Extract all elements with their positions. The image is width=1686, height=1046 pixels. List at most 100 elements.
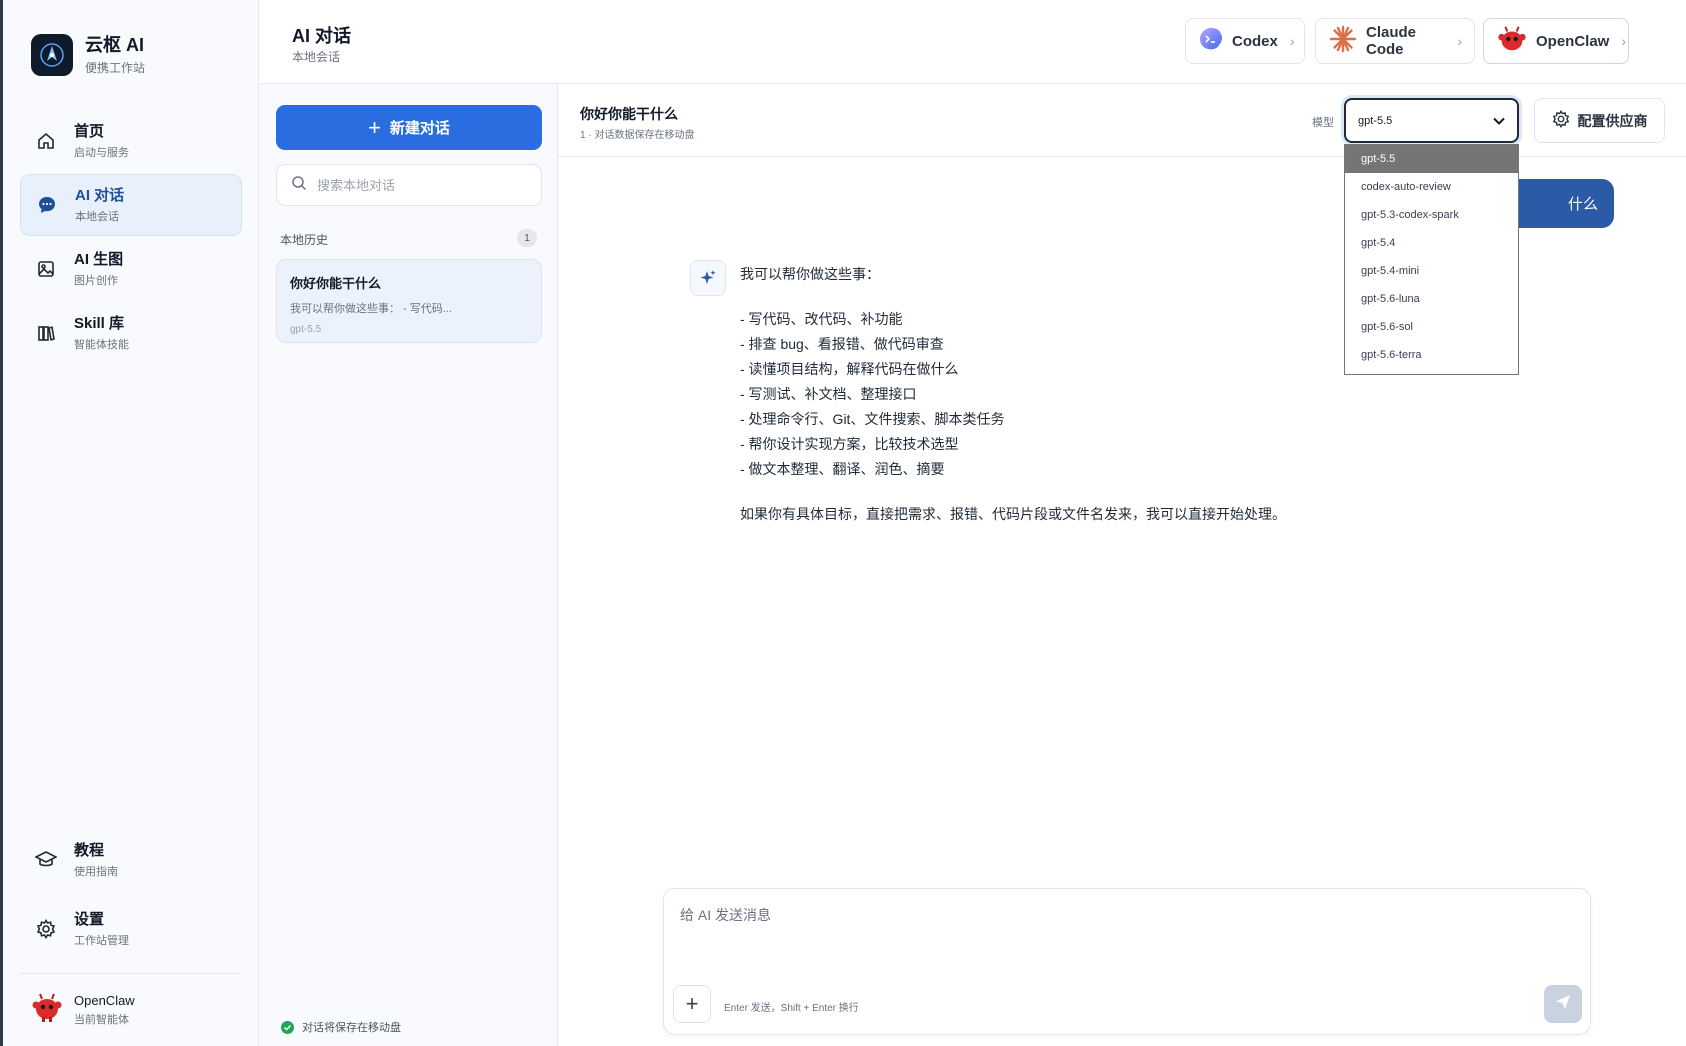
model-option[interactable]: gpt-5.6-luna — [1345, 285, 1518, 313]
model-label: 模型 — [1312, 117, 1334, 129]
plus-icon: + — [685, 991, 699, 1016]
agent-name: OpenClaw — [74, 992, 135, 1008]
ai-message-intro: 我可以帮你做这些事： — [740, 266, 880, 282]
current-agent[interactable]: OpenClaw 当前智能体 — [30, 990, 135, 1029]
composer-hint: Enter 发送，Shift + Enter 换行 — [724, 1003, 859, 1014]
history-count-badge: 1 — [517, 229, 537, 247]
history-item-preview: 我可以帮你做这些事： - 写代码... — [290, 303, 452, 315]
message-composer: + Enter 发送，Shift + Enter 换行 — [663, 888, 1591, 1035]
sidebar-item-sub: 本地会话 — [75, 210, 119, 223]
brand: 云枢 AI 便携工作站 — [31, 34, 145, 76]
brand-title: 云枢 AI — [85, 35, 145, 55]
chevron-down-icon — [1493, 112, 1505, 130]
model-option[interactable]: gpt-5.3-codex-spark — [1345, 201, 1518, 229]
ai-message-bullet: - 帮你设计实现方案，比较技术选型 — [740, 436, 959, 452]
sidebar-item-sub: 工作站管理 — [74, 934, 129, 947]
search-icon — [291, 175, 307, 196]
new-chat-button[interactable]: + 新建对话 — [276, 105, 542, 150]
sidebar-item-sub: 启动与服务 — [74, 146, 129, 159]
model-select[interactable]: gpt-5.5 — [1344, 98, 1519, 143]
page-title: AI 对话 — [292, 26, 352, 46]
user-message-text: 什么 — [1567, 196, 1598, 213]
search-box — [276, 164, 542, 206]
model-option[interactable]: gpt-5.6-terra — [1345, 341, 1518, 369]
chevron-right-icon: › — [1621, 33, 1627, 49]
brand-logo-icon — [31, 34, 73, 76]
sidebar-item-settings[interactable]: 设置 工作站管理 — [20, 898, 242, 960]
sidebar-item-label: 首页 — [74, 122, 105, 140]
attach-button[interactable]: + — [673, 985, 711, 1023]
sidebar-item-sub: 使用指南 — [74, 865, 118, 878]
ai-message-bullet: - 读懂项目结构，解释代码在做什么 — [740, 361, 959, 377]
image-icon — [34, 257, 58, 281]
agent-sub: 当前智能体 — [74, 1013, 129, 1026]
check-circle-icon — [281, 1020, 294, 1034]
chat-subtitle: 1 · 对话数据保存在移动盘 — [580, 130, 695, 141]
openclaw-mascot-icon — [30, 990, 64, 1029]
history-section-label: 本地历史 — [280, 233, 329, 247]
sidebar-item-ai-image[interactable]: AI 生图 图片创作 — [20, 238, 242, 300]
model-select-value: gpt-5.5 — [1358, 114, 1393, 127]
saved-note: 对话将保存在移动盘 — [281, 1019, 401, 1035]
chevron-right-icon: › — [1289, 33, 1295, 49]
graduation-cap-icon — [34, 848, 58, 872]
ai-message-bullet: - 排查 bug、看报错、做代码审查 — [740, 336, 944, 352]
saved-note-text: 对话将保存在移动盘 — [302, 1022, 401, 1034]
sidebar-divider — [20, 973, 242, 974]
send-button[interactable] — [1544, 985, 1582, 1023]
history-item[interactable]: 你好你能干什么 我可以帮你做这些事： - 写代码... gpt-5.5 — [276, 259, 542, 343]
gear-icon — [1552, 109, 1570, 131]
sidebar-item-label: Skill 库 — [74, 314, 125, 332]
codex-icon — [1198, 26, 1224, 57]
sidebar-item-label: AI 对话 — [75, 186, 125, 204]
new-chat-label: 新建对话 — [389, 120, 450, 137]
chat-icon — [35, 193, 59, 217]
chat-area: 你好你能干什么 1 · 对话数据保存在移动盘 模型 gpt-5.5 配置供应商 … — [558, 84, 1686, 1046]
codex-button[interactable]: Codex › — [1185, 18, 1305, 64]
ai-message-bullet: - 做文本整理、翻译、润色、摘要 — [740, 461, 945, 477]
books-icon — [34, 321, 58, 345]
openclaw-button[interactable]: OpenClaw › — [1483, 18, 1629, 64]
gear-icon — [34, 917, 58, 941]
chevron-right-icon: › — [1457, 33, 1462, 49]
plus-icon: + — [368, 114, 381, 140]
chat-title: 你好你能干什么 — [580, 106, 678, 122]
sidebar-item-label: AI 生图 — [74, 250, 124, 268]
sidebar-item-sub: 图片创作 — [74, 274, 118, 287]
send-icon — [1555, 994, 1571, 1015]
history-item-title: 你好你能干什么 — [290, 276, 382, 291]
claude-spark-icon — [1328, 24, 1358, 59]
openclaw-mascot-icon — [1496, 23, 1528, 60]
model-option[interactable]: gpt-5.4 — [1345, 229, 1518, 257]
history-item-model: gpt-5.5 — [290, 324, 322, 335]
ai-message-outro: 如果你有具体目标，直接把需求、报错、代码片段或文件名发来，我可以直接开始处理。 — [740, 506, 1286, 522]
configure-provider-button[interactable]: 配置供应商 — [1534, 98, 1665, 143]
sidebar-item-home[interactable]: 首页 启动与服务 — [20, 110, 242, 172]
tool-label: Codex — [1232, 32, 1278, 50]
sidebar-item-sub: 智能体技能 — [74, 338, 129, 351]
message-input[interactable] — [680, 905, 1560, 965]
ai-message: 我可以帮你做这些事： - 写代码、改代码、补功能 - 排查 bug、看报错、做代… — [740, 262, 1286, 527]
sidebar-item-skill-library[interactable]: Skill 库 智能体技能 — [20, 302, 242, 364]
tool-label: OpenClaw — [1536, 32, 1610, 50]
sidebar-item-tutorial[interactable]: 教程 使用指南 — [20, 829, 242, 891]
claude-code-button[interactable]: Claude Code › — [1315, 18, 1475, 64]
search-input[interactable] — [317, 177, 537, 193]
sidebar-item-label: 教程 — [74, 841, 105, 859]
ai-message-bullet: - 写测试、补文档、整理接口 — [740, 386, 917, 402]
sidebar: 云枢 AI 便携工作站 首页 启动与服务 AI 对话 本地会话 AI 生图 图片… — [3, 0, 259, 1046]
model-option[interactable]: gpt-5.6-sol — [1345, 313, 1518, 341]
ai-message-bullet: - 写代码、改代码、补功能 — [740, 311, 903, 327]
brand-subtitle: 便携工作站 — [85, 61, 146, 75]
sidebar-item-ai-chat[interactable]: AI 对话 本地会话 — [20, 174, 242, 236]
page-subtitle: 本地会话 — [292, 50, 341, 64]
model-option[interactable]: gpt-5.4-mini — [1345, 257, 1518, 285]
tool-label: Claude Code — [1366, 24, 1417, 58]
model-option[interactable]: codex-auto-review — [1345, 173, 1518, 201]
home-icon — [34, 129, 58, 153]
model-option[interactable]: gpt-5.5 — [1345, 145, 1518, 173]
ai-sparkle-icon — [690, 260, 726, 296]
sidebar-item-label: 设置 — [74, 910, 105, 928]
model-dropdown: gpt-5.5 codex-auto-review gpt-5.3-codex-… — [1344, 144, 1519, 375]
provider-label: 配置供应商 — [1577, 112, 1648, 129]
